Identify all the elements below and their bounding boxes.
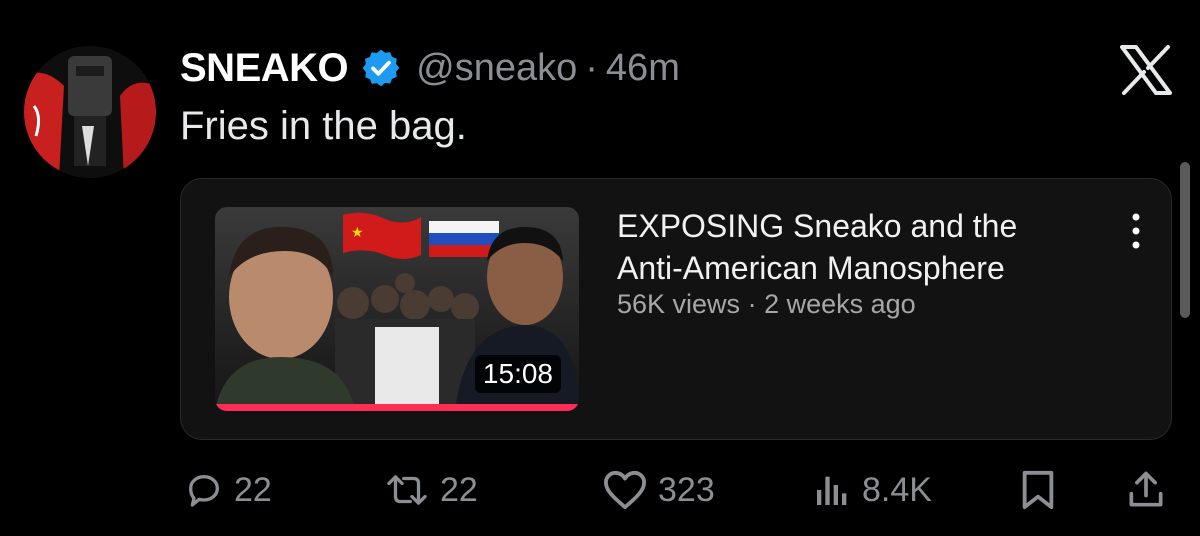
like-count: 323 bbox=[658, 470, 715, 509]
display-name[interactable]: SNEAKO bbox=[180, 46, 349, 91]
share-button[interactable] bbox=[1124, 460, 1178, 520]
video-views: 56K views bbox=[617, 289, 741, 319]
video-title[interactable]: EXPOSING Sneako and the Anti-American Ma… bbox=[617, 205, 1087, 289]
action-bar: 22 22 323 8.4K bbox=[0, 460, 1200, 520]
separator-dot: · bbox=[585, 46, 598, 89]
reply-button[interactable]: 22 bbox=[184, 460, 272, 520]
view-count: 8.4K bbox=[862, 470, 932, 509]
avatar[interactable] bbox=[24, 46, 156, 178]
post-text: Fries in the bag. bbox=[180, 104, 467, 148]
bookmark-button[interactable] bbox=[1018, 460, 1068, 520]
x-logo-icon[interactable] bbox=[1118, 44, 1174, 96]
views-chart-icon bbox=[817, 476, 847, 505]
handle[interactable]: @sneako bbox=[416, 47, 577, 90]
verified-badge-icon bbox=[362, 49, 400, 87]
kebab-menu-icon[interactable] bbox=[1127, 209, 1145, 253]
svg-text:★: ★ bbox=[351, 225, 364, 241]
repost-button[interactable]: 22 bbox=[384, 460, 478, 520]
bookmark-icon bbox=[1022, 470, 1054, 510]
like-button[interactable]: 323 bbox=[602, 460, 715, 520]
timestamp[interactable]: 46m bbox=[606, 47, 680, 90]
views-button[interactable]: 8.4K bbox=[812, 460, 932, 520]
video-duration: 15:08 bbox=[474, 355, 561, 393]
watch-progress-track bbox=[215, 404, 579, 411]
video-meta: 56K views · 2 weeks ago bbox=[617, 289, 916, 320]
reply-count: 22 bbox=[234, 470, 272, 509]
reply-icon bbox=[189, 475, 219, 507]
heart-icon bbox=[604, 470, 646, 510]
video-card[interactable]: ★ 15:08 EXPOSING Sneako and the Anti-Ame… bbox=[180, 178, 1172, 440]
watch-progress-fill bbox=[215, 404, 579, 411]
share-icon bbox=[1129, 471, 1163, 507]
video-upload-date: 2 weeks ago bbox=[764, 289, 916, 319]
avatar-image bbox=[24, 46, 156, 178]
video-thumbnail[interactable]: ★ 15:08 bbox=[215, 207, 579, 411]
repost-icon bbox=[387, 475, 427, 505]
scrollbar[interactable] bbox=[1180, 162, 1190, 318]
video-meta-separator: · bbox=[740, 289, 765, 319]
repost-count: 22 bbox=[440, 470, 478, 509]
post-header: SNEAKO @sneako · 46m bbox=[180, 40, 680, 96]
